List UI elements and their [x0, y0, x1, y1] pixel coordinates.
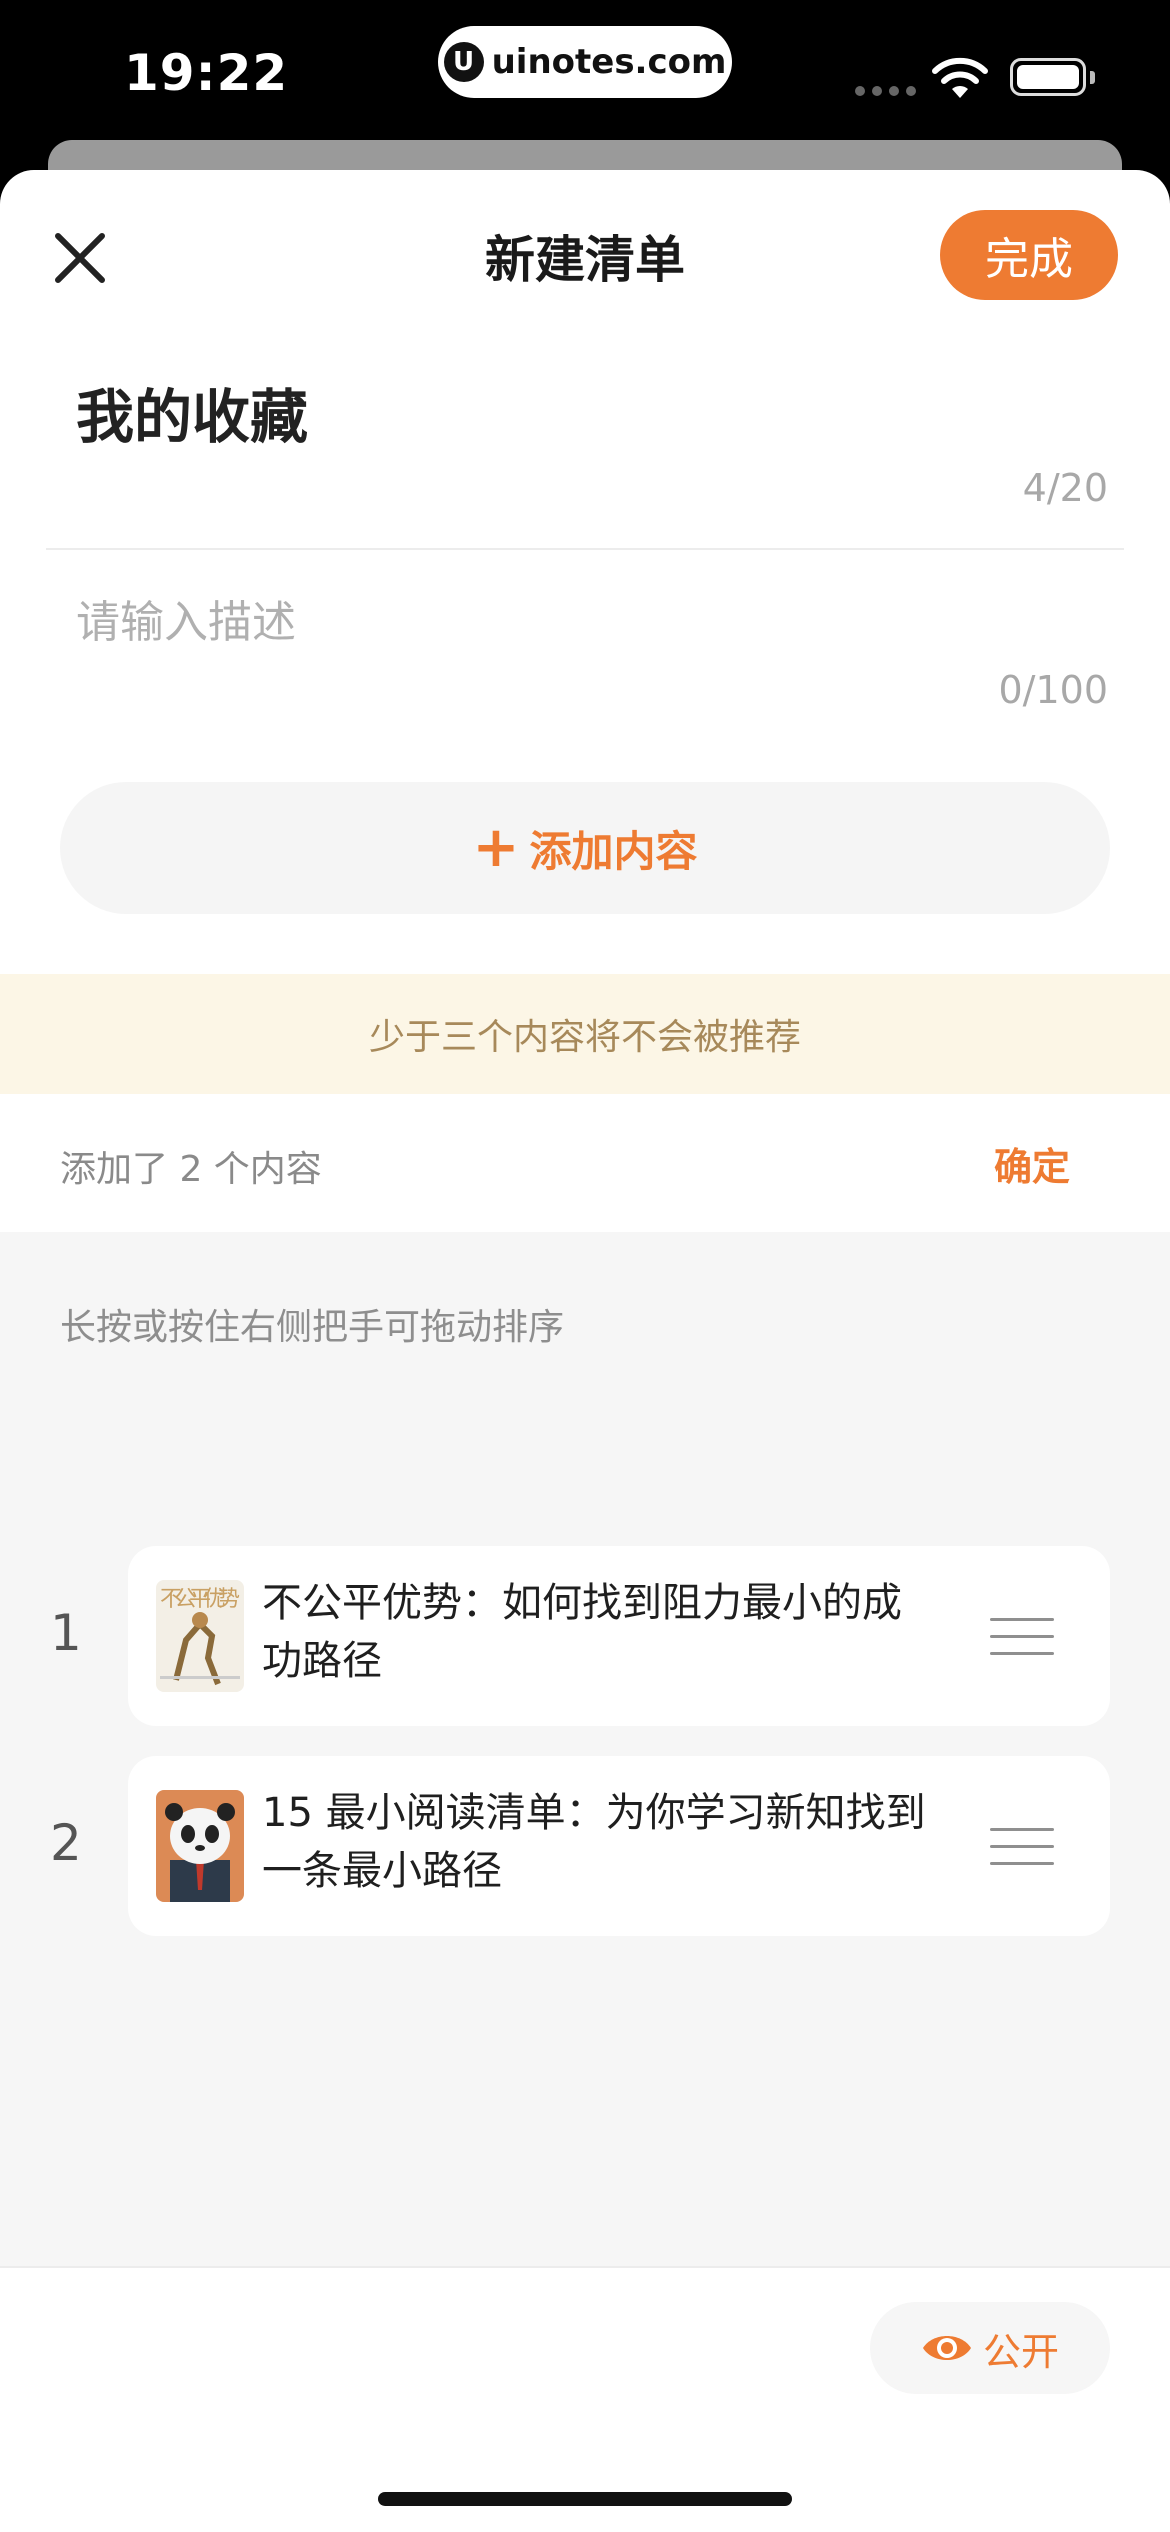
screen: 19:22 U uinotes.com 新建清单 完成 我的收藏 4/20 请输…: [0, 0, 1170, 2532]
url-pill[interactable]: U uinotes.com: [438, 26, 732, 98]
drag-handle-icon[interactable]: [990, 1618, 1054, 1656]
panda-avatar-image: [156, 1790, 244, 1902]
item-index: 2: [50, 1814, 82, 1872]
book-cover-image: 不公平优势: [156, 1580, 244, 1692]
list-title-input[interactable]: 我的收藏: [76, 370, 308, 454]
content-list: 长按或按住右侧把手可拖动排序 1 不公平优势 不公平优势：如何找到阻力最小的成功…: [0, 1232, 1170, 2266]
recommendation-notice: 少于三个内容将不会被推荐: [0, 974, 1170, 1094]
added-count-row: 添加了 2 个内容 确定: [0, 1094, 1170, 1232]
home-indicator: [378, 2492, 792, 2506]
status-time: 19:22: [124, 44, 289, 102]
add-content-label: 添加内容: [529, 826, 698, 876]
confirm-button[interactable]: 确定: [994, 1136, 1070, 1191]
public-label: 公开: [982, 2329, 1059, 2374]
add-content-button[interactable]: + 添加内容: [60, 782, 1110, 914]
plus-icon: +: [472, 815, 520, 880]
description-input[interactable]: 请输入描述: [76, 586, 296, 650]
book-cover-title: 不公平优势: [160, 1587, 240, 1612]
url-text: uinotes.com: [491, 42, 727, 82]
list-item[interactable]: 2 15 最小阅读清单：为你学习新知找到一条最小路径: [0, 1756, 1170, 1936]
visibility-public-button[interactable]: 公开: [870, 2302, 1110, 2394]
drag-handle-icon[interactable]: [990, 1828, 1054, 1866]
battery-icon: [1010, 58, 1086, 96]
item-title: 不公平优势：如何找到阻力最小的成功路径: [262, 1580, 902, 1684]
list-item[interactable]: 1 不公平优势 不公平优势：如何找到阻力最小的成功路径: [0, 1546, 1170, 1726]
description-char-count: 0/100: [998, 668, 1108, 712]
cellular-signal-icon: [855, 86, 916, 96]
done-button[interactable]: 完成: [940, 210, 1118, 300]
eye-icon: [922, 2336, 971, 2360]
status-bar: 19:22 U uinotes.com: [0, 0, 1170, 160]
site-logo-icon: U: [443, 42, 484, 82]
battery-tip: [1090, 71, 1095, 84]
new-list-sheet: 新建清单 完成 我的收藏 4/20 请输入描述 0/100 + 添加内容 少于三…: [0, 170, 1170, 2532]
item-title: 15 最小阅读清单：为你学习新知找到一条最小路径: [262, 1790, 926, 1894]
item-card[interactable]: 15 最小阅读清单：为你学习新知找到一条最小路径: [128, 1756, 1110, 1936]
item-index: 1: [50, 1604, 82, 1662]
wifi-icon: [932, 57, 988, 98]
added-count-text: 添加了 2 个内容: [60, 1149, 322, 1190]
item-card[interactable]: 不公平优势 不公平优势：如何找到阻力最小的成功路径: [128, 1546, 1110, 1726]
divider: [46, 548, 1124, 550]
nav-bar: 新建清单 完成: [0, 170, 1170, 340]
title-char-count: 4/20: [1022, 466, 1108, 510]
sort-hint: 长按或按住右侧把手可拖动排序: [60, 1307, 565, 1348]
